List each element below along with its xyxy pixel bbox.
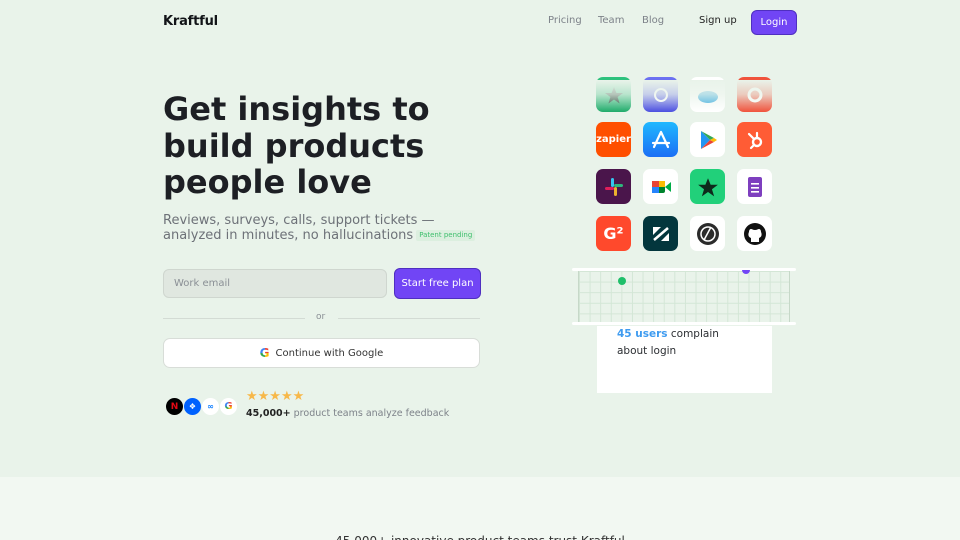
slack-icon (596, 169, 631, 204)
subheadline: Reviews, surveys, calls, support tickets… (163, 213, 493, 243)
insight-text: 45 users complain about login (617, 326, 752, 360)
google-button-label: Continue with Google (275, 347, 384, 359)
github-icon (737, 216, 772, 251)
google-meet-icon (643, 169, 678, 204)
google-icon: G (219, 397, 238, 416)
rating-stars: ★★★★★ (246, 389, 305, 404)
customer-logos: N ❖ ∞ G (165, 397, 238, 416)
nav-blog[interactable]: Blog (642, 15, 664, 26)
hubspot-icon (737, 122, 772, 157)
continue-with-google-button[interactable]: G Continue with Google (163, 338, 480, 368)
page-title: Get insights to build products people lo… (163, 90, 430, 201)
nav-pricing[interactable]: Pricing (548, 15, 582, 26)
dropbox-icon: ❖ (183, 397, 202, 416)
teams-count-text: 45,000+ product teams analyze feedback (246, 408, 449, 419)
zapier-icon: zapier (596, 122, 631, 157)
trustpilot-icon (690, 169, 725, 204)
subheadline-text: Reviews, surveys, calls, support tickets… (163, 213, 435, 243)
insight-chart (572, 266, 796, 328)
insight-highlight: 45 users (617, 328, 668, 340)
divider-right (338, 318, 480, 319)
email-input[interactable]: Work email (163, 269, 387, 298)
or-label: or (316, 312, 326, 322)
teams-text: product teams analyze feedback (293, 408, 450, 419)
chart-point-green (618, 277, 626, 285)
meta-icon: ∞ (201, 397, 220, 416)
netflix-icon: N (165, 397, 184, 416)
teams-count: 45,000+ (246, 408, 291, 419)
google-play-icon (690, 122, 725, 157)
zendesk-icon (643, 216, 678, 251)
chart-grid (578, 271, 790, 322)
trust-text: 45,000+ innovative product teams trust K… (0, 534, 960, 540)
google-icon: G (259, 346, 270, 360)
fade-overlay (580, 80, 790, 112)
app-store-icon (643, 122, 678, 157)
chart-bottom-bar (572, 322, 796, 325)
login-button[interactable]: Login (751, 10, 797, 35)
start-free-plan-button[interactable]: Start free plan (394, 268, 481, 299)
google-forms-icon (737, 169, 772, 204)
signup-link[interactable]: Sign up (699, 15, 737, 26)
g2-icon: G² (596, 216, 631, 251)
nav-team[interactable]: Team (598, 15, 624, 26)
logo[interactable]: Kraftful (163, 14, 218, 29)
insight-card: 45 users complain about login (597, 326, 772, 393)
divider-left (163, 318, 305, 319)
chart-top-bar (572, 268, 796, 271)
patent-badge: Patent pending (416, 230, 476, 241)
delighted-icon (690, 216, 725, 251)
